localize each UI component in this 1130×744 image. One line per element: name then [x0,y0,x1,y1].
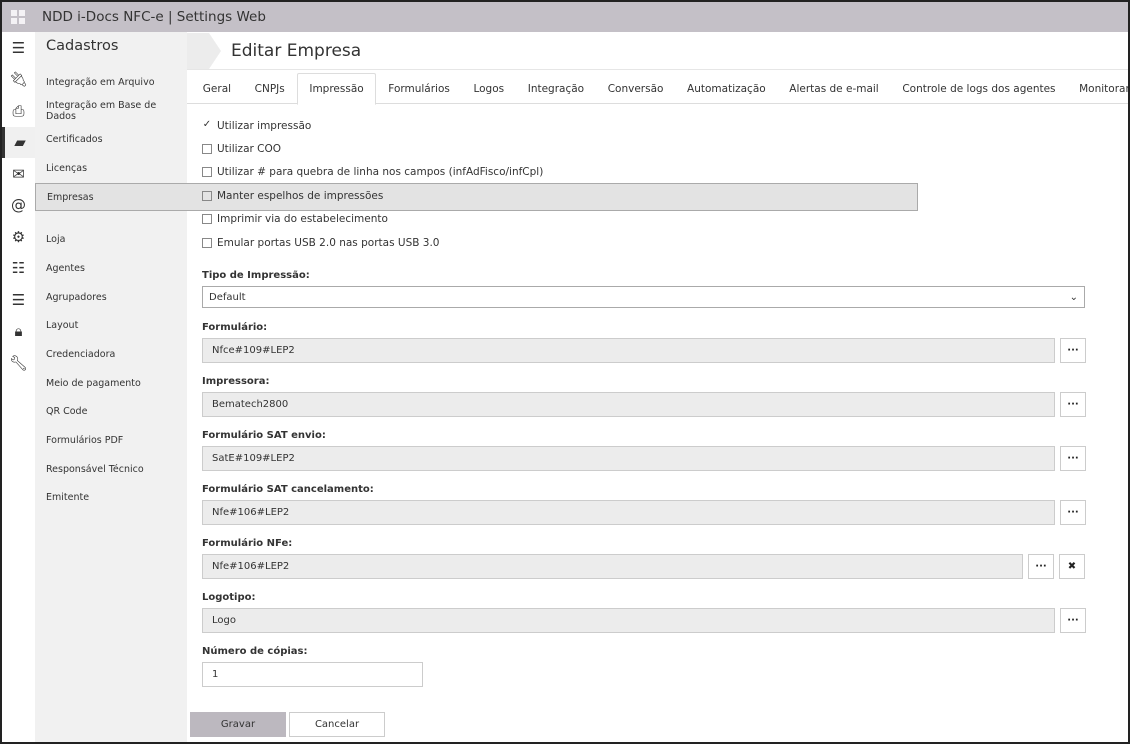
sidebar-item[interactable]: QR Code [35,398,187,427]
tipo-impressao-select[interactable]: Default ⌄ [202,286,1085,309]
field-input[interactable]: Nfe#106#LEP2 [202,500,1055,526]
browse-button[interactable]: ··· [1060,500,1086,526]
sidebar-item[interactable]: Credenciadora [35,340,187,369]
tab-bar: Geral CNPJs Impressão Formulários Logos Integ… [187,73,1128,105]
tab[interactable]: Automatização [675,73,777,104]
select-value: Default [209,291,246,303]
tab[interactable]: Geral [191,73,243,104]
chevron-down-icon: ⌄ [1069,291,1078,303]
tab[interactable]: Monitoramento do Agente [1067,73,1128,104]
icon-rail: ☰ 🔌︎ ⎙ ▰ ✉ @ ⚙ ☷ ☰ 🔒︎ 🔧︎ [2,32,35,742]
lock-icon[interactable]: 🔒︎ [2,316,35,348]
checkbox[interactable]: ✓ [202,119,212,131]
checkbox-row[interactable]: Imprimir via do estabelecimento [202,208,1128,231]
browse-button[interactable]: ··· [1060,392,1086,418]
field-input[interactable]: Bematech2800 [202,392,1055,418]
tab[interactable]: Conversão [596,73,675,104]
field-row: SatE#109#LEP2 ··· [202,446,1128,472]
checkbox[interactable] [202,190,212,201]
field-row: Nfe#106#LEP2 ··· ✖ [202,554,1128,580]
sidebar-item[interactable]: Layout [35,312,187,341]
browse-button[interactable]: ··· [1060,608,1086,634]
browse-button[interactable]: ··· [1060,338,1086,364]
field-label: Formulário SAT cancelamento: [202,484,374,496]
sidebar-item[interactable]: Responsável Técnico [35,455,187,484]
printer-icon[interactable]: ⎙ [2,95,35,127]
main-content: Editar Empresa Geral CNPJs Impressão Formul… [187,32,1128,742]
plug-icon[interactable]: 🔌︎ [2,64,35,96]
envelope-icon[interactable]: ✉ [2,158,35,190]
field-label: Formulário NFe: [202,538,293,550]
tab[interactable]: Logos [462,73,516,104]
folder-open-icon[interactable]: ▰ [2,126,35,158]
sidebar-item[interactable]: Meio de pagamento [35,369,187,398]
field-input[interactable]: Nfe#106#LEP2 [202,554,1023,580]
field-input[interactable]: SatE#109#LEP2 [202,446,1055,472]
sidebar-item[interactable]: Formulários PDF [35,426,187,455]
tab[interactable]: Controle de logs dos agentes [891,73,1068,104]
sidebar-item[interactable]: Emitente [35,484,187,513]
menu-icon[interactable]: ☰ [2,32,35,64]
tipo-impressao-label: Tipo de Impressão: [202,270,310,282]
checkbox-row[interactable]: Utilizar COO [202,137,1128,160]
tab[interactable]: Alertas de e-mail [777,73,890,104]
copies-input[interactable]: 1 [202,662,423,688]
sidebar-item[interactable]: Loja [35,225,187,254]
checkbox-row[interactable]: ✓ Utilizar impressão [202,114,1128,137]
sliders-icon[interactable]: ☷ [2,253,35,285]
server-icon[interactable]: ☰ [2,284,35,316]
tab[interactable]: Impressão [296,73,377,105]
sidebar-item[interactable]: Integração em Arquivo [35,68,187,97]
app-window: NDD i-Docs NFC-e | Settings Web ☰ 🔌︎ ⎙ ▰… [2,2,1128,742]
browse-button[interactable]: ··· [1028,554,1054,580]
field-row: Nfce#109#LEP2 ··· [202,338,1128,364]
field-label: Logotipo: [202,592,256,604]
save-button[interactable]: Gravar [190,712,286,737]
cancel-button[interactable]: Cancelar [289,712,385,737]
field-input[interactable]: Nfce#109#LEP2 [202,338,1055,364]
gear-icon[interactable]: ⚙ [2,221,35,253]
clear-button[interactable]: ✖ [1059,554,1085,580]
page-title: Editar Empresa [231,40,362,61]
sidebar-item[interactable]: Agentes [35,254,187,283]
field-row: Nfe#106#LEP2 ··· [202,500,1128,526]
apps-grid-icon[interactable] [2,10,34,24]
sidebar-item[interactable]: Licenças [35,154,187,183]
browse-button[interactable]: ··· [1060,446,1086,472]
copies-label: Número de cópias: [202,646,308,658]
tab[interactable]: Integração [516,73,596,104]
checkbox-row[interactable]: Manter espelhos de impressões [202,184,1128,207]
checkbox[interactable] [202,214,212,225]
checkbox-label: Manter espelhos de impressões [217,189,384,202]
field-label: Impressora: [202,376,270,388]
wrench-icon[interactable]: 🔧︎ [2,347,35,379]
at-icon[interactable]: @ [2,190,35,222]
tab[interactable]: CNPJs [243,73,297,104]
checkbox-row[interactable]: Utilizar # para quebra de linha nos camp… [202,161,1128,184]
title-bar: NDD i-Docs NFC-e | Settings Web [2,2,1128,32]
sidebar-item[interactable]: Integração em Base de Dados [35,97,187,126]
checkbox[interactable] [202,144,212,155]
sidebar-title: Cadastros [46,38,119,54]
app-title: NDD i-Docs NFC-e | Settings Web [42,9,266,25]
field-label: Formulário SAT envio: [202,430,326,442]
tab[interactable]: Formulários [376,73,461,104]
field-label: Formulário: [202,322,268,334]
sidebar: Cadastros Integração em Arquivo Integraçã… [35,32,918,742]
checkbox-label: Utilizar # para quebra de linha nos camp… [217,166,544,179]
checkbox[interactable] [202,167,212,178]
building-icon [187,32,221,69]
field-input[interactable]: Logo [202,608,1055,634]
checkbox[interactable] [202,237,212,248]
checkbox-label: Imprimir via do estabelecimento [217,213,388,226]
sidebar-item[interactable]: Certificados [35,125,187,154]
checkbox-label: Emular portas USB 2.0 nas portas USB 3.0 [217,236,440,249]
sidebar-item[interactable]: Agrupadores [35,283,187,312]
field-row: Bematech2800 ··· [202,392,1128,418]
checkbox-label: Utilizar impressão [217,119,312,132]
field-row: Logo ··· [202,608,1128,634]
checkbox-row[interactable]: Emular portas USB 2.0 nas portas USB 3.0 [202,231,1128,254]
checkbox-label: Utilizar COO [217,143,282,156]
